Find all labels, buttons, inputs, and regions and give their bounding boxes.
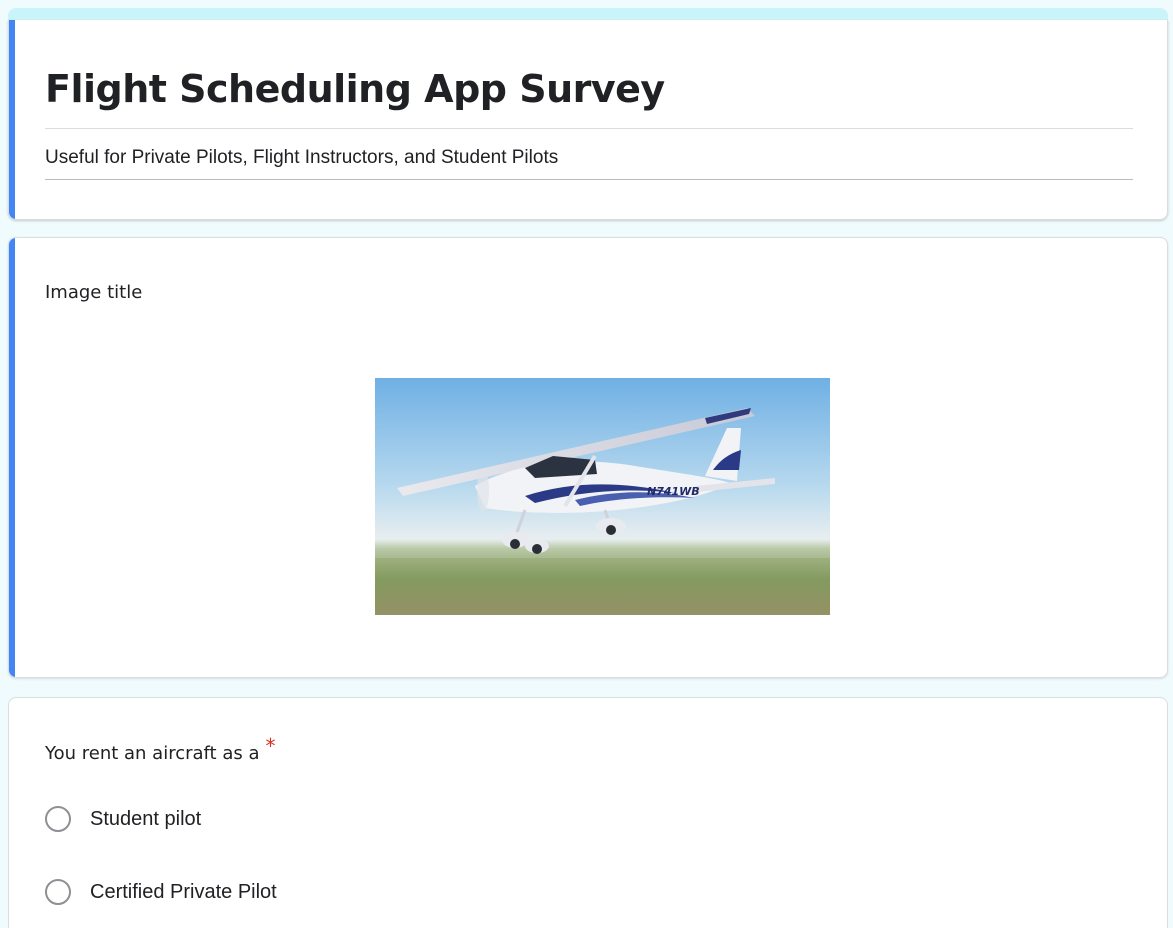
radio-button[interactable] — [45, 806, 71, 832]
survey-page: Flight Scheduling App Survey Useful for … — [0, 0, 1173, 928]
image-item-card: Image title N741WB — [8, 237, 1168, 678]
question-title: You rent an aircraft as a * — [45, 734, 276, 764]
image-item-title: Image title — [45, 282, 143, 303]
airplane-photo: N741WB — [375, 378, 830, 615]
form-title: Flight Scheduling App Survey — [45, 60, 1133, 129]
radio-button[interactable] — [45, 879, 71, 905]
required-marker: * — [265, 734, 276, 758]
option-certified-private-pilot[interactable]: Certified Private Pilot — [45, 876, 277, 908]
question-card: You rent an aircraft as a * Student pilot… — [8, 697, 1168, 928]
option-label: Student pilot — [90, 807, 202, 830]
form-description: Useful for Private Pilots, Flight Instru… — [45, 145, 1133, 180]
form-header-card: Flight Scheduling App Survey Useful for … — [8, 20, 1168, 220]
option-student-pilot[interactable]: Student pilot — [45, 803, 201, 835]
question-text: You rent an aircraft as a — [45, 743, 260, 764]
option-label: Certified Private Pilot — [90, 880, 277, 903]
plane-registration: N741WB — [647, 485, 700, 498]
